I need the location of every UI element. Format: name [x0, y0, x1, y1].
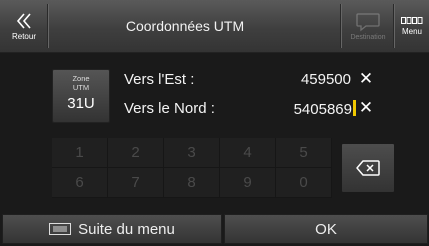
- destination-label: Destination: [350, 33, 386, 41]
- key-4[interactable]: 4: [220, 138, 276, 168]
- key-3[interactable]: 3: [164, 138, 220, 168]
- ok-button[interactable]: OK: [224, 214, 428, 244]
- northing-field[interactable]: 5405869: [294, 100, 356, 118]
- backspace-icon: [356, 160, 380, 176]
- double-chevron-left-icon: [16, 12, 31, 29]
- key-9[interactable]: 9: [220, 168, 276, 198]
- separator: [340, 4, 341, 48]
- northing-label: Vers le Nord :: [124, 100, 215, 117]
- backspace-button[interactable]: [341, 143, 395, 193]
- key-0[interactable]: 0: [276, 168, 332, 198]
- more-menu-label: Suite du menu: [78, 220, 175, 238]
- easting-value[interactable]: 459500: [301, 71, 351, 88]
- utm-zone-button[interactable]: Zone UTM 31U: [52, 69, 110, 123]
- list-icon: [49, 223, 72, 235]
- back-button[interactable]: Retour: [2, 0, 46, 52]
- zone-value: 31U: [67, 95, 95, 112]
- separator: [47, 4, 48, 48]
- separator: [393, 4, 394, 48]
- northing-value: 5405869: [293, 101, 352, 118]
- key-2[interactable]: 2: [108, 138, 164, 168]
- numeric-keypad: 1 2 3 4 5 6 7 8 9 0: [52, 138, 332, 198]
- key-1[interactable]: 1: [52, 138, 108, 168]
- key-5[interactable]: 5: [276, 138, 332, 168]
- destination-button[interactable]: Destination: [345, 0, 391, 52]
- easting-label: Vers l'Est :: [124, 71, 195, 88]
- more-menu-button[interactable]: Suite du menu: [2, 214, 222, 244]
- key-7[interactable]: 7: [108, 168, 164, 198]
- menu-label: Menu: [401, 26, 422, 36]
- speech-bubble-icon: [356, 12, 380, 31]
- menu-grid-icon: [401, 16, 423, 24]
- zone-label-line1: Zone: [72, 74, 90, 83]
- key-8[interactable]: 8: [164, 168, 220, 198]
- text-cursor: [353, 100, 356, 116]
- back-label: Retour: [11, 31, 36, 41]
- clear-easting-icon[interactable]: ✕: [357, 70, 375, 88]
- ok-label: OK: [315, 220, 337, 238]
- clear-northing-icon[interactable]: ✕: [357, 99, 375, 117]
- page-title: Coordonnées UTM: [125, 18, 245, 34]
- menu-button[interactable]: Menu: [395, 0, 429, 52]
- top-bar: Retour Coordonnées UTM Destination Menu: [0, 0, 429, 53]
- zone-label-line2: UTM: [72, 83, 90, 92]
- key-6[interactable]: 6: [52, 168, 108, 198]
